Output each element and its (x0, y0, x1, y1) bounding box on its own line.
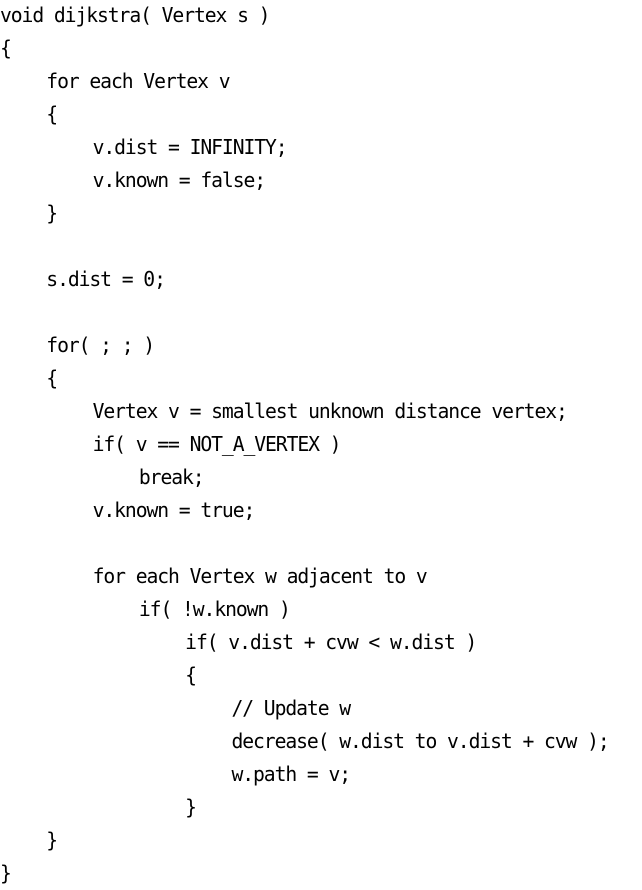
code-line: { (46, 366, 58, 390)
code-line: } (0, 861, 12, 885)
code-line: v.known = true; (92, 498, 256, 522)
code-line: for each Vertex w adjacent to v (92, 564, 428, 588)
code-line: if( !w.known ) (138, 597, 291, 621)
code-line: if( v == NOT_A_VERTEX ) (92, 432, 342, 456)
code-line: v.dist = INFINITY; (92, 135, 288, 159)
code-line: } (46, 201, 58, 225)
code-line: } (46, 828, 58, 852)
code-line: if( v.dist + cvw < w.dist ) (185, 630, 477, 654)
code-line: void dijkstra( Vertex s ) (0, 3, 271, 27)
code-line: for each Vertex v (46, 69, 230, 93)
code-line: s.dist = 0; (46, 267, 166, 291)
code-line: // Update w (231, 696, 351, 720)
code-line: { (0, 36, 12, 60)
code-line: decrease( w.dist to v.dist + cvw ); (231, 729, 609, 753)
code-line: { (46, 102, 58, 126)
code-line: w.path = v; (231, 762, 351, 786)
code-line: Vertex v = smallest unknown distance ver… (92, 399, 568, 423)
code-line: break; (138, 465, 205, 489)
code-listing: void dijkstra( Vertex s ) { for each Verte… (0, 0, 632, 885)
code-line: v.known = false; (92, 168, 267, 192)
code-line: } (185, 795, 197, 819)
code-line: { (185, 663, 197, 687)
code-line: for( ; ; ) (46, 333, 155, 357)
